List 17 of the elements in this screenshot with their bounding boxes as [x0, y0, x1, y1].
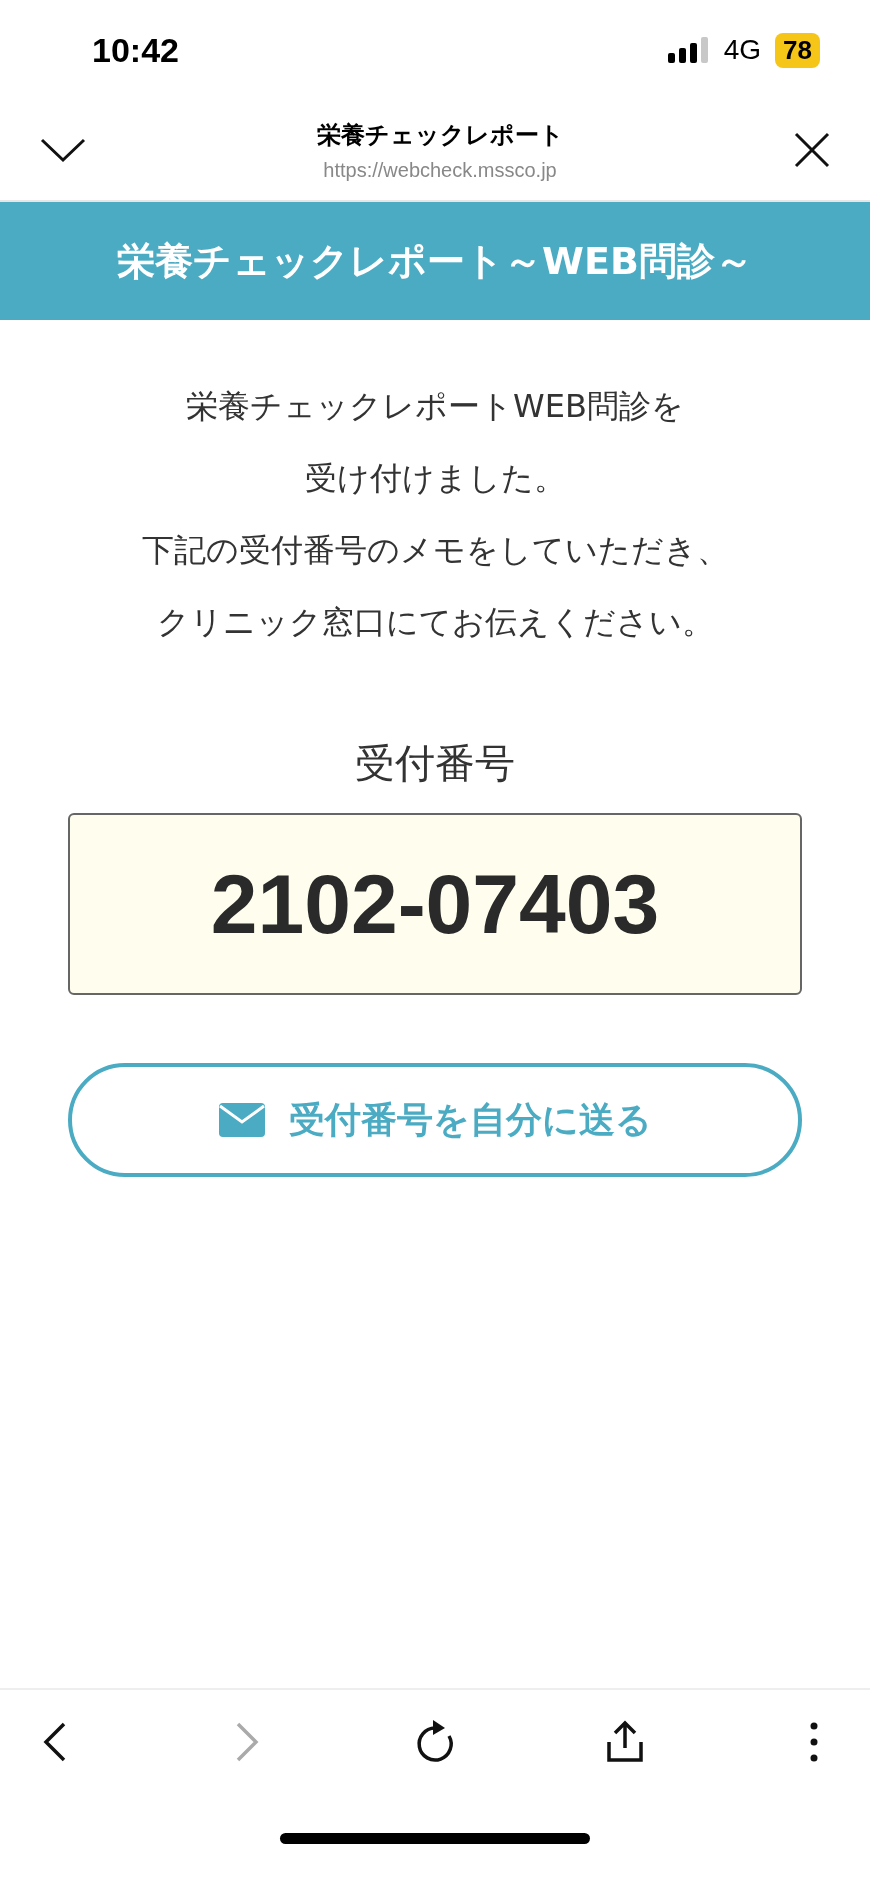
message-line: 下記の受付番号のメモをしていただき、: [141, 530, 729, 571]
send-button[interactable]: 受付番号を自分に送る: [68, 1063, 802, 1177]
battery-indicator: 78: [775, 32, 820, 68]
banner: 栄養チェックレポート～WEB問診～: [0, 202, 870, 320]
status-time: 10:42: [92, 30, 179, 70]
message-line: クリニック窓口にてお伝えください。: [156, 602, 714, 643]
message-line: 栄養チェックレポートWEB問診を: [186, 386, 684, 427]
receipt-label: 受付番号: [354, 739, 516, 788]
message-line: 受け付けました。: [304, 458, 566, 499]
signal-icon: [667, 37, 710, 63]
page-url: https://webcheck.mssco.jp: [323, 158, 557, 182]
receipt-number: 2102-07403: [68, 813, 802, 995]
page-title: 栄養チェックレポート: [316, 119, 564, 151]
mail-icon: [218, 1103, 265, 1137]
chevron-down-icon[interactable]: [40, 137, 86, 163]
close-icon[interactable]: [794, 132, 830, 168]
network-label: 4G: [723, 34, 762, 66]
